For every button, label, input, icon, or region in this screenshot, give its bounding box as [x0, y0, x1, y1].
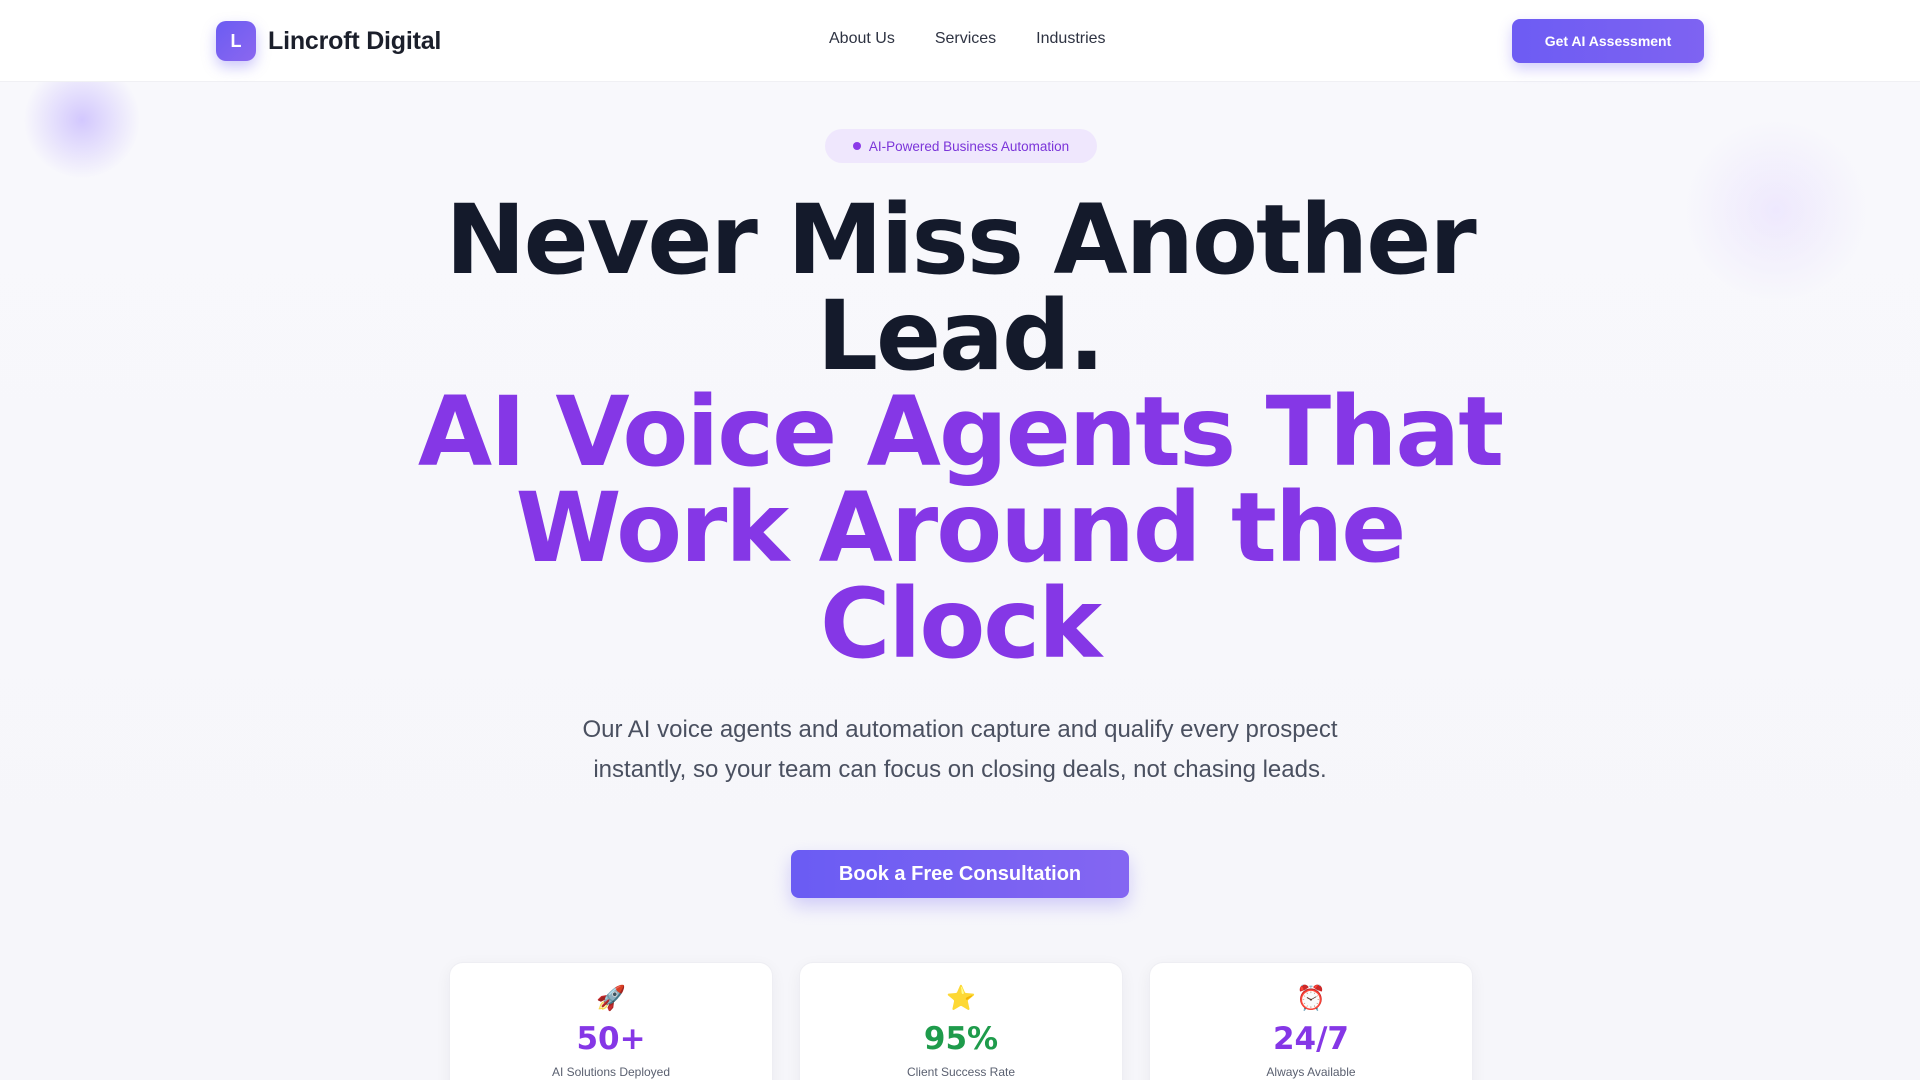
hero-subtext-line-2: instantly, so your team can focus on clo…	[593, 756, 1327, 783]
headline-accent-line-3: Clock	[819, 568, 1102, 680]
star-icon: ⭐	[946, 985, 976, 1012]
brand-logo-icon: L	[216, 21, 256, 61]
stat-value: 50+	[576, 1021, 646, 1057]
hero-section: AI-Powered Business Automation Never Mis…	[0, 82, 1920, 1080]
main-nav: About Us Services Industries	[829, 30, 1106, 48]
headline-line-2: Lead.	[816, 280, 1105, 392]
hero-headline: Never Miss Another Lead. AI Voice Agents…	[0, 192, 1920, 672]
brand-name: Lincroft Digital	[268, 26, 442, 55]
brand-logo-link[interactable]: L Lincroft Digital	[216, 21, 441, 61]
alarm-clock-icon: ⏰	[1296, 985, 1326, 1012]
stat-value: 24/7	[1272, 1021, 1350, 1057]
stats-row: 🚀 50+ AI Solutions Deployed ⭐ 95% Client…	[449, 962, 1473, 1080]
top-navbar: L Lincroft Digital About Us Services Ind…	[0, 0, 1920, 82]
get-ai-assessment-button[interactable]: Get AI Assessment	[1512, 19, 1704, 63]
hero-subtext: Our AI voice agents and automation captu…	[540, 710, 1380, 790]
nav-link-services[interactable]: Services	[935, 30, 996, 48]
stat-card-solutions: 🚀 50+ AI Solutions Deployed	[449, 962, 773, 1080]
stat-card-success-rate: ⭐ 95% Client Success Rate	[799, 962, 1123, 1080]
nav-link-industries[interactable]: Industries	[1036, 30, 1105, 48]
stat-label: Always Available	[1266, 1065, 1356, 1079]
nav-link-about-us[interactable]: About Us	[829, 30, 895, 48]
headline-accent-line-2: Work Around the	[515, 472, 1407, 584]
badge-dot-icon	[852, 142, 861, 150]
stat-label: Client Success Rate	[906, 1065, 1016, 1079]
stat-card-availability: ⏰ 24/7 Always Available	[1149, 962, 1473, 1080]
headline-accent-line-1: AI Voice Agents That	[417, 376, 1504, 488]
hero-badge: AI-Powered Business Automation	[825, 129, 1097, 163]
stat-value: 95%	[923, 1021, 999, 1057]
hero-subtext-line-1: Our AI voice agents and automation captu…	[582, 716, 1338, 743]
rocket-icon: 🚀	[596, 985, 626, 1012]
stat-label: AI Solutions Deployed	[551, 1065, 671, 1079]
hero-badge-label: AI-Powered Business Automation	[868, 138, 1070, 154]
headline-line-1: Never Miss Another	[445, 184, 1476, 296]
book-free-consultation-button[interactable]: Book a Free Consultation	[791, 850, 1129, 898]
